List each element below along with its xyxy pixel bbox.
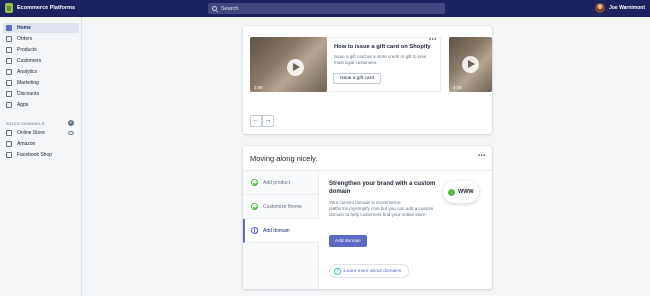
- user-icon: [6, 58, 12, 64]
- eye-icon[interactable]: [68, 131, 74, 135]
- avatar: [595, 3, 606, 13]
- sidebar-item-marketing[interactable]: Marketing: [3, 78, 79, 88]
- discount-icon: [6, 91, 12, 97]
- step-label: Customize theme: [263, 203, 302, 210]
- user-name: Joe Warnimont: [609, 5, 645, 11]
- sidebar-item-analytics[interactable]: Analytics: [3, 67, 79, 77]
- sidebar-item-label: Online Store: [17, 130, 45, 136]
- step-label: Add product: [263, 179, 290, 186]
- tutorial-video[interactable]: 3:09: [250, 37, 327, 92]
- setup-guide-title: Moving along nicely.: [250, 154, 318, 163]
- step-add-domain[interactable]: Add domain: [243, 219, 319, 243]
- tag-icon: [6, 47, 12, 53]
- video-duration: 3:09: [254, 85, 263, 90]
- globe-icon: [251, 227, 258, 234]
- detail-title: Strengthen your brand with a custom doma…: [329, 181, 436, 195]
- next-button[interactable]: →: [262, 115, 274, 127]
- tutorial-card: 3:09 How to issue a gift card on Shopify…: [243, 26, 492, 134]
- sidebar-item-home[interactable]: Home: [3, 23, 79, 33]
- sidebar-item-products[interactable]: Products: [3, 45, 79, 55]
- orders-icon: [6, 36, 12, 42]
- play-icon[interactable]: [287, 59, 304, 76]
- step-label: Add domain: [263, 227, 290, 234]
- setup-steps: Add product Customize theme Add domain: [243, 170, 319, 289]
- sidebar-item-apps[interactable]: Apps: [3, 100, 79, 110]
- step-customize-theme[interactable]: Customize theme: [243, 195, 319, 219]
- bar-chart-icon: [6, 69, 12, 75]
- sidebar-item-discounts[interactable]: Discounts: [3, 89, 79, 99]
- sidebar-item-label: Amazon: [17, 141, 36, 147]
- www-label: WWW: [458, 189, 474, 195]
- shopify-logo-icon: [5, 3, 13, 13]
- sidebar-item-customers[interactable]: Customers: [3, 56, 79, 66]
- tutorial-title: How to issue a gift card on Shopify: [334, 44, 431, 50]
- more-actions-icon[interactable]: •••: [429, 37, 437, 43]
- step-detail: Strengthen your brand with a custom doma…: [319, 170, 492, 289]
- sidebar-item-amazon[interactable]: Amazon: [3, 139, 79, 149]
- sidebar-item-label: Facebook Shop: [17, 152, 53, 158]
- sidebar-item-label: Analytics: [17, 69, 38, 75]
- domain-illustration: WWW: [443, 181, 479, 203]
- video-duration: 4:38: [453, 85, 462, 90]
- user-menu[interactable]: Joe Warnimont: [595, 3, 645, 13]
- add-domain-button[interactable]: Add domain: [329, 235, 367, 247]
- top-bar: Ecommerce Platforms Search Joe Warnimont: [0, 0, 650, 17]
- home-icon: [6, 25, 12, 31]
- previous-button[interactable]: ←: [250, 115, 262, 127]
- store-icon: [6, 130, 12, 136]
- check-circle-icon: [251, 203, 258, 210]
- sidebar: Home Orders Products Customers Analytics…: [0, 17, 82, 296]
- search-icon: [212, 6, 217, 11]
- add-channel-icon[interactable]: +: [68, 120, 74, 126]
- help-icon: ?: [334, 267, 341, 275]
- sidebar-item-label: Orders: [17, 36, 33, 42]
- sales-channels-heading: SALES CHANNELS: [6, 121, 45, 126]
- tutorial-description: Issue a gift card as a store credit or g…: [334, 54, 427, 65]
- learn-more-label: Learn more about domains: [344, 268, 402, 274]
- megaphone-icon: [6, 80, 12, 86]
- check-circle-icon: [251, 179, 258, 186]
- play-icon[interactable]: [462, 56, 479, 73]
- sidebar-item-facebook-shop[interactable]: Facebook Shop: [3, 150, 79, 160]
- sidebar-item-label: Marketing: [17, 80, 39, 86]
- store-name: Ecommerce Platforms: [17, 5, 76, 11]
- globe-icon: [448, 188, 455, 196]
- sidebar-item-label: Customers: [17, 58, 42, 64]
- sidebar-item-label: Home: [17, 25, 31, 31]
- more-actions-icon[interactable]: •••: [478, 153, 486, 159]
- step-add-product[interactable]: Add product: [243, 171, 319, 195]
- learn-more-link[interactable]: ? Learn more about domains: [329, 264, 410, 278]
- search-placeholder: Search: [221, 5, 239, 12]
- sidebar-item-label: Apps: [17, 102, 29, 108]
- tutorial-video[interactable]: 4:38: [449, 37, 492, 92]
- issue-gift-card-button[interactable]: Issue a gift card: [333, 73, 381, 84]
- amazon-icon: [6, 141, 12, 147]
- sidebar-item-label: Discounts: [17, 91, 39, 97]
- sidebar-item-label: Products: [17, 47, 37, 53]
- search-input[interactable]: Search: [208, 3, 445, 14]
- sidebar-item-orders[interactable]: Orders: [3, 34, 79, 44]
- store-brand[interactable]: Ecommerce Platforms: [5, 3, 75, 13]
- tutorial-info: How to issue a gift card on Shopify Issu…: [327, 37, 441, 92]
- detail-description: Your current domain is ecommerce-platfor…: [329, 200, 434, 218]
- apps-icon: [6, 102, 12, 108]
- facebook-icon: [6, 152, 12, 158]
- setup-guide-card: Moving along nicely. ••• Add product Cus…: [243, 146, 492, 289]
